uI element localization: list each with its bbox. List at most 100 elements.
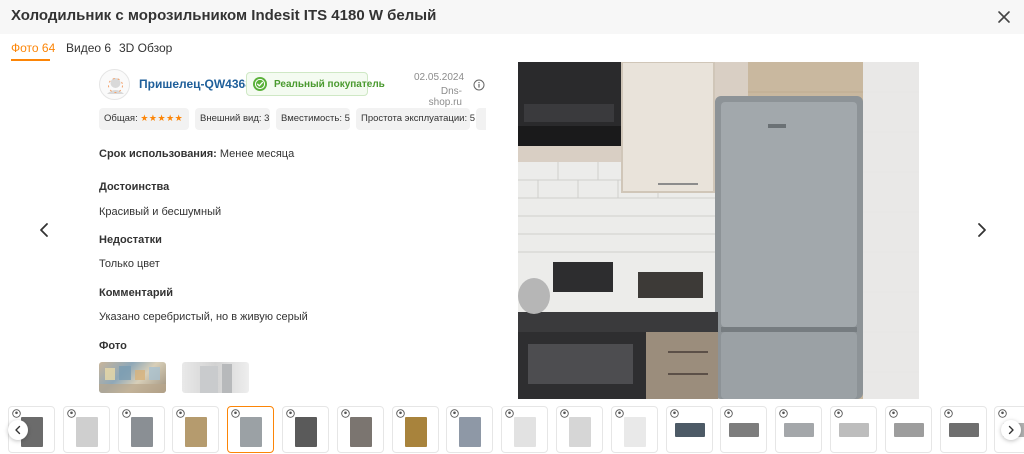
prev-photo-button[interactable] [34, 220, 54, 240]
user-icon [998, 409, 1008, 418]
usage-line: Срок использования: Менее месяца [99, 148, 294, 160]
thumbnail-image [404, 417, 427, 447]
review-date: 02.05.2024 [414, 72, 465, 83]
avatar [99, 69, 130, 100]
user-icon [943, 409, 953, 418]
pros-text: Красивый и бесшумный [99, 206, 222, 218]
next-photo-button[interactable] [972, 220, 992, 240]
thumbnail-item[interactable] [884, 406, 932, 453]
thumbnail-item[interactable] [720, 406, 768, 453]
thumbnail-item[interactable] [117, 406, 165, 453]
user-icon [67, 409, 76, 418]
user-icon [231, 409, 240, 418]
thumbnail-image [948, 423, 979, 437]
review-photo-thumb[interactable] [182, 362, 249, 393]
tab-3d[interactable]: 3D Обзор [119, 41, 172, 55]
user-icon [505, 409, 514, 418]
usage-label: Срок использования: [99, 148, 217, 160]
rating-chip-overflow [476, 108, 486, 130]
rating-chip-overall: Общая: ★★★★★ [99, 108, 189, 130]
user-icon [107, 78, 124, 94]
tab-photos[interactable]: Фото 64 [11, 41, 55, 55]
check-badge-icon [253, 77, 267, 91]
user-icon [669, 409, 679, 418]
product-title: Холодильник с морозильником Indesit ITS … [11, 7, 437, 24]
thumbnail-item[interactable] [172, 406, 220, 453]
rating-chips: Общая: ★★★★★ Внешний вид: 3 Вместимость:… [99, 108, 486, 130]
thumbnail-item[interactable] [446, 406, 494, 453]
chevron-left-icon [40, 223, 48, 237]
close-icon [998, 11, 1010, 23]
thumbnail-image [893, 423, 924, 437]
rating-chip-appearance: Внешний вид: 3 [195, 108, 270, 130]
user-icon [724, 409, 734, 418]
thumbnail-image [839, 423, 869, 437]
user-icon [615, 409, 624, 418]
thumbnail-item[interactable] [775, 406, 823, 453]
chevron-right-icon [978, 223, 986, 237]
chevron-right-icon [1008, 425, 1014, 435]
user-icon [779, 409, 788, 418]
strip-next-button[interactable] [1001, 420, 1021, 440]
main-product-photo [518, 62, 919, 399]
tab-videos[interactable]: Видео 6 [66, 41, 111, 55]
comment-text: Указано серебристый, но в живую серый [99, 311, 308, 323]
user-icon [395, 409, 405, 418]
star-rating: ★★★★★ [140, 113, 184, 123]
thumbnail-item[interactable] [391, 406, 439, 453]
thumbnail-item[interactable] [227, 406, 275, 453]
modal-header: Холодильник с морозильником Indesit ITS … [0, 0, 1024, 34]
thumbnail-image [240, 417, 263, 447]
verified-buyer-badge: Реальный покупатель [246, 72, 385, 96]
thumbnail-image [75, 417, 98, 447]
comment-title: Комментарий [99, 287, 174, 299]
thumbnail-image [729, 423, 760, 437]
thumbnail-item[interactable] [501, 406, 549, 453]
cons-text: Только цвет [99, 258, 160, 270]
thumbnail-item[interactable] [665, 406, 713, 453]
thumbnail-image [569, 417, 591, 447]
rating-chip-usability: Простота эксплуатации: 5 [356, 108, 475, 130]
rating-label: Общая: [104, 113, 138, 124]
thumbnail-image [459, 417, 482, 447]
thumbnail-item[interactable] [939, 406, 987, 453]
user-icon [889, 409, 898, 418]
info-button[interactable] [473, 78, 485, 91]
cons-title: Недостатки [99, 234, 162, 246]
active-tab-indicator [11, 59, 50, 61]
thumbnail-image [185, 417, 208, 447]
user-icon [286, 409, 295, 418]
user-icon [121, 409, 131, 418]
thumbnail-item[interactable] [282, 406, 329, 453]
thumbnail-item[interactable] [830, 406, 877, 453]
rating-chip-capacity: Вместимость: 5 [276, 108, 350, 130]
thumbnail-image [130, 417, 153, 447]
thumbnail-image [514, 417, 537, 447]
pros-title: Достоинства [99, 181, 170, 193]
media-tabs: Фото 64 Видео 6 3D Обзор [0, 34, 1024, 62]
usage-value: Менее месяца [219, 148, 295, 160]
user-icon [12, 409, 21, 418]
user-icon [834, 409, 843, 418]
review-photo-thumb[interactable] [99, 362, 166, 393]
thumbnail-strip [0, 403, 1024, 454]
user-icon [176, 409, 186, 418]
close-button[interactable] [994, 7, 1014, 27]
thumbnail-image [674, 423, 705, 437]
review-author[interactable]: Пришелец-QW43687 [139, 77, 259, 91]
review-source: Dns-shop.ru [428, 86, 462, 108]
thumbnail-item[interactable] [336, 406, 384, 453]
user-icon [341, 409, 350, 418]
thumbnail-item[interactable] [556, 406, 603, 453]
photos-title: Фото [99, 340, 127, 352]
user-icon [560, 409, 569, 418]
thumbnail-image [784, 423, 815, 437]
strip-prev-button[interactable] [8, 420, 28, 440]
thumbnail-item[interactable] [62, 406, 110, 453]
user-icon [450, 409, 460, 418]
badge-label: Реальный покупатель [274, 79, 385, 90]
thumbnail-image [623, 417, 646, 447]
chevron-left-icon [15, 425, 21, 435]
info-icon [473, 79, 485, 91]
thumbnail-item[interactable] [610, 406, 658, 453]
